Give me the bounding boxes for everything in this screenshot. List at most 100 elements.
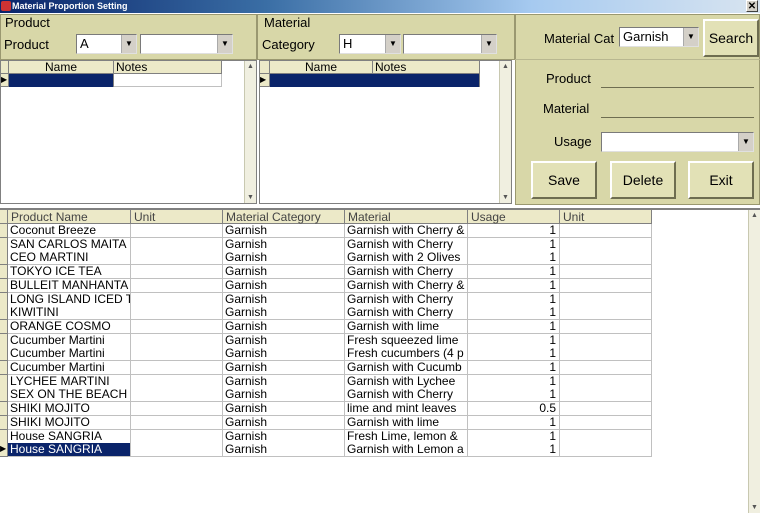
material-cell[interactable]: Garnish with 2 Olives [345,251,468,266]
material-category-cell[interactable]: Garnish [223,415,345,430]
usage-unit-cell[interactable] [560,415,652,430]
material-cell[interactable]: Garnish with Cherry [345,306,468,321]
material-cell[interactable]: Garnish with Cherry [345,237,468,252]
usage-unit-cell[interactable] [560,278,652,293]
product-list-scrollbar[interactable]: ▲ ▼ [244,61,256,203]
unit-cell[interactable] [131,319,223,334]
material-category-cell[interactable]: Garnish [223,292,345,307]
usage-cell[interactable]: 1 [468,237,560,252]
row-header[interactable] [0,415,8,430]
column-header-usage-unit[interactable]: Unit [560,210,652,224]
column-header-material-category[interactable]: Material Category [223,210,345,224]
material-cell[interactable]: Garnish with Cherry [345,292,468,307]
material-list-selected-cell[interactable] [270,74,480,87]
material-category-cell[interactable]: Garnish [223,429,345,444]
usage-cell[interactable]: 0.5 [468,402,560,417]
usage-unit-cell[interactable] [560,402,652,417]
material-category-cell[interactable]: Garnish [223,237,345,252]
unit-cell[interactable] [131,333,223,348]
product-list-grid[interactable]: Name Notes ▶ ▲ ▼ [0,60,257,204]
material-cell[interactable]: Garnish with Cherry & [345,224,468,238]
row-header[interactable] [0,347,8,362]
material-category-cell[interactable]: Garnish [223,278,345,293]
unit-cell[interactable] [131,415,223,430]
product-name-cell[interactable]: LYCHEE MARTINI [8,374,131,389]
column-header-usage[interactable]: Usage [468,210,560,224]
row-header[interactable] [0,333,8,348]
category-name-combo[interactable]: ▼ [403,34,497,54]
product-name-cell[interactable]: House SANGRIA [8,429,131,444]
product-name-cell[interactable]: House SANGRIA [8,443,131,458]
product-name-cell[interactable]: Cucumber Martini [8,361,131,375]
usage-unit-cell[interactable] [560,443,652,458]
material-cell[interactable]: Garnish with Cucumb [345,361,468,375]
product-list-notes-cell[interactable] [114,74,222,87]
material-category-cell[interactable]: Garnish [223,306,345,321]
row-header[interactable] [0,306,8,321]
usage-cell[interactable]: 1 [468,278,560,293]
chevron-down-icon[interactable]: ▼ [217,35,232,53]
material-cell[interactable]: Garnish with lime [345,319,468,334]
usage-unit-cell[interactable] [560,292,652,307]
usage-cell[interactable]: 1 [468,415,560,430]
category-code-combo[interactable]: H ▼ [339,34,401,54]
material-cell[interactable]: Garnish with lime [345,415,468,430]
usage-unit-cell[interactable] [560,361,652,375]
unit-cell[interactable] [131,443,223,458]
usage-cell[interactable]: 1 [468,374,560,389]
close-icon[interactable]: ✕ [746,0,758,12]
product-name-cell[interactable]: Cucumber Martini [8,333,131,348]
row-header[interactable] [0,265,8,280]
material-category-cell[interactable]: Garnish [223,224,345,238]
material-cell[interactable]: Garnish with Lychee [345,374,468,389]
material-category-cell[interactable]: Garnish [223,402,345,417]
column-header-product-name[interactable]: Product Name [8,210,131,224]
material-cell[interactable]: Garnish with Cherry & [345,278,468,293]
column-header-unit[interactable]: Unit [131,210,223,224]
usage-unit-cell[interactable] [560,224,652,238]
material-category-cell[interactable]: Garnish [223,265,345,280]
main-grid-scrollbar[interactable]: ▲ ▼ [748,210,760,513]
usage-unit-cell[interactable] [560,374,652,389]
material-cell[interactable]: Fresh Lime, lemon & [345,429,468,444]
row-header[interactable] [0,292,8,307]
unit-cell[interactable] [131,292,223,307]
usage-cell[interactable]: 1 [468,251,560,266]
column-header-material[interactable]: Material [345,210,468,224]
exit-button[interactable]: Exit [688,161,754,199]
product-list-header-notes[interactable]: Notes [114,61,222,74]
material-list-header-name[interactable]: Name [270,61,373,74]
usage-combo[interactable]: ▼ [601,132,754,152]
product-name-cell[interactable]: TOKYO ICE TEA [8,265,131,280]
product-name-cell[interactable]: ORANGE COSMO [8,319,131,334]
usage-cell[interactable]: 1 [468,361,560,375]
row-header[interactable] [0,429,8,444]
chevron-down-icon[interactable]: ▼ [121,35,136,53]
material-category-cell[interactable]: Garnish [223,251,345,266]
product-name-cell[interactable]: SEX ON THE BEACH [8,388,131,403]
scroll-up-icon[interactable]: ▲ [749,210,760,221]
material-cell[interactable]: Fresh cucumbers (4 p [345,347,468,362]
unit-cell[interactable] [131,429,223,444]
product-name-combo[interactable]: ▼ [140,34,233,54]
row-header[interactable] [0,251,8,266]
chevron-down-icon[interactable]: ▼ [481,35,496,53]
product-list-header-name[interactable]: Name [9,61,114,74]
material-category-cell[interactable]: Garnish [223,443,345,458]
unit-cell[interactable] [131,347,223,362]
unit-cell[interactable] [131,374,223,389]
usage-cell[interactable]: 1 [468,292,560,307]
delete-button[interactable]: Delete [610,161,676,199]
material-list-scrollbar[interactable]: ▲ ▼ [499,61,511,203]
usage-cell[interactable]: 1 [468,265,560,280]
usage-cell[interactable]: 1 [468,319,560,334]
chevron-down-icon[interactable]: ▼ [385,35,400,53]
material-category-cell[interactable]: Garnish [223,333,345,348]
product-list-selected-cell[interactable] [9,74,114,87]
row-header[interactable] [0,374,8,389]
material-cell[interactable]: Garnish with Cherry [345,265,468,280]
usage-cell[interactable]: 1 [468,388,560,403]
scroll-up-icon[interactable]: ▲ [500,61,511,72]
material-category-cell[interactable]: Garnish [223,347,345,362]
usage-cell[interactable]: 1 [468,347,560,362]
